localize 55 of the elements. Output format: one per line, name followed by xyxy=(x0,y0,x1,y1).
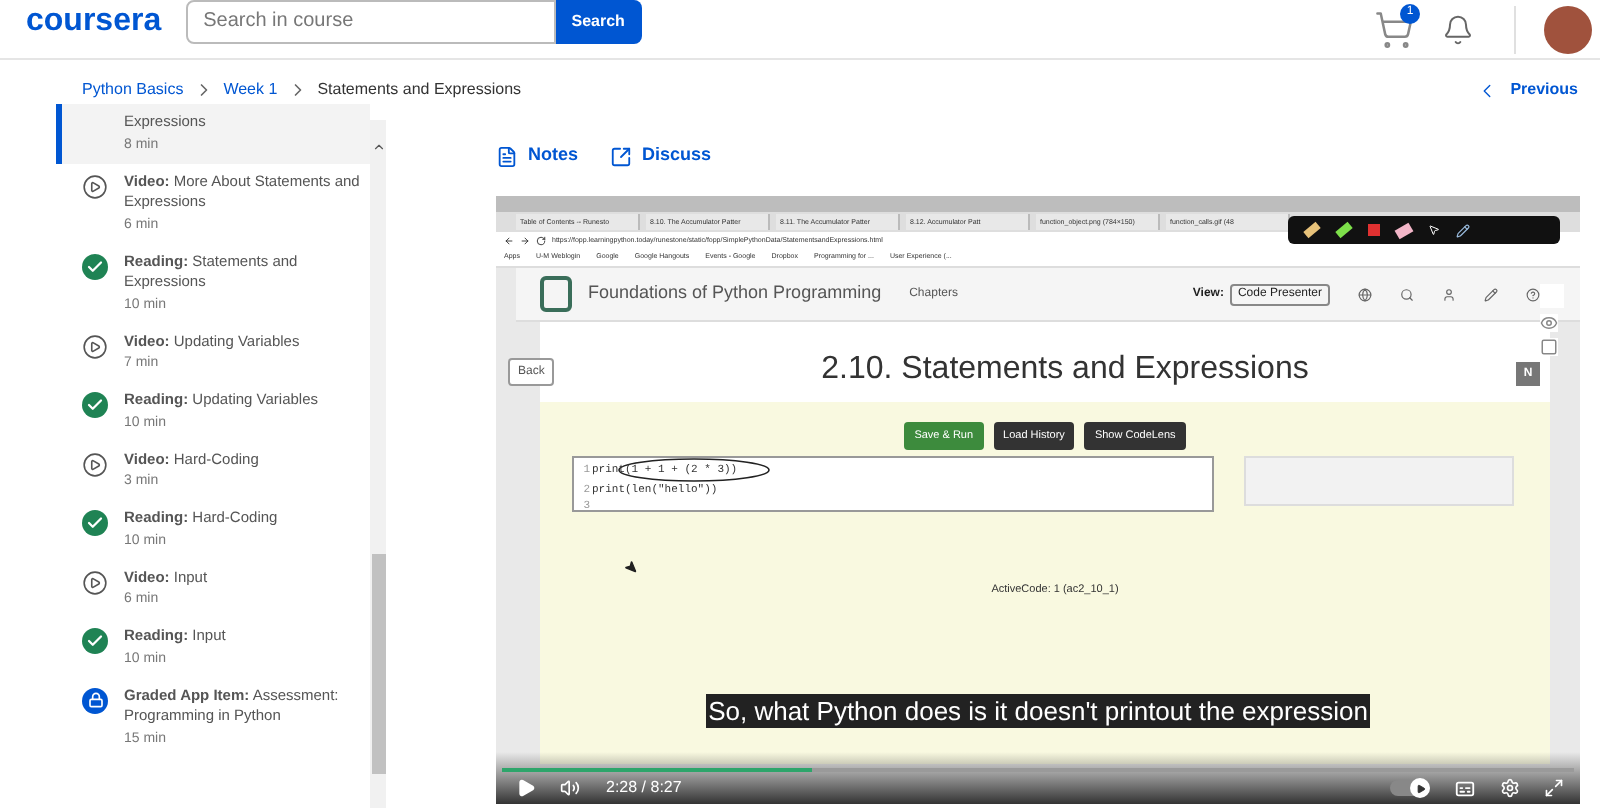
highlighter-icon[interactable] xyxy=(1335,221,1353,239)
breadcrumb-current: Statements and Expressions xyxy=(317,78,522,102)
scroll-up-icon[interactable] xyxy=(371,140,385,154)
volume-icon[interactable] xyxy=(560,778,580,798)
cart-icon[interactable] xyxy=(1374,9,1414,49)
pointer-icon[interactable] xyxy=(1428,224,1440,236)
check-icon xyxy=(82,510,108,536)
forward-icon[interactable] xyxy=(520,236,530,246)
site-title[interactable]: Foundations of Python Programming xyxy=(588,280,882,308)
avatar[interactable] xyxy=(1544,5,1592,53)
help-icon[interactable] xyxy=(1526,287,1540,301)
lock-icon xyxy=(82,687,108,713)
discuss-link[interactable]: Discuss xyxy=(610,142,712,170)
check-icon xyxy=(82,392,108,418)
play-circle-icon xyxy=(82,451,108,477)
play-circle-icon xyxy=(82,569,108,595)
user-icon[interactable] xyxy=(1442,287,1456,301)
coursera-logo[interactable]: coursera xyxy=(26,3,162,39)
notes-link[interactable]: Notes xyxy=(496,142,579,170)
sidebar-scrollbar[interactable] xyxy=(370,120,386,808)
previous-button[interactable]: Previous xyxy=(1476,78,1578,102)
check-icon xyxy=(82,253,108,279)
reload-icon[interactable] xyxy=(536,236,546,246)
pencil-icon[interactable] xyxy=(1484,287,1498,301)
search-field[interactable]: Search in course xyxy=(185,0,556,43)
search-button[interactable]: Search xyxy=(555,0,642,43)
back-icon[interactable] xyxy=(504,236,514,246)
video-caption: So, what Python does is it doesn't printout the expression xyxy=(706,694,1370,728)
breadcrumb-link[interactable]: Python Basics xyxy=(82,78,184,102)
search-icon[interactable] xyxy=(1400,287,1414,301)
fullscreen-icon[interactable] xyxy=(1544,778,1564,798)
mouse-cursor-icon xyxy=(624,560,638,574)
annotation-toolbar[interactable] xyxy=(1288,216,1560,244)
autoplay-toggle[interactable] xyxy=(1390,780,1430,796)
settings-icon[interactable] xyxy=(1500,778,1520,798)
pen-icon[interactable] xyxy=(1456,223,1470,237)
scrollbar-thumb[interactable] xyxy=(371,554,385,774)
play-icon xyxy=(1415,783,1425,793)
play-circle-icon xyxy=(82,173,108,199)
check-icon xyxy=(82,628,108,654)
play-circle-icon xyxy=(82,333,108,359)
page-heading: 2.10. Statements and Expressions xyxy=(821,350,1309,390)
external-link-icon xyxy=(610,145,633,167)
video-player[interactable] xyxy=(496,196,1580,804)
captions-icon[interactable] xyxy=(1454,777,1476,799)
site-logo-icon[interactable] xyxy=(540,276,572,312)
video-time: 2:28 / 8:27 xyxy=(606,776,682,800)
marker-icon[interactable] xyxy=(1303,221,1321,239)
play-icon[interactable] xyxy=(516,778,536,798)
bell-icon[interactable] xyxy=(1442,13,1474,45)
eye-icon[interactable] xyxy=(1540,314,1558,332)
notes-icon xyxy=(496,145,518,167)
eraser-icon[interactable] xyxy=(1394,221,1414,239)
breadcrumb-link[interactable]: Week 1 xyxy=(223,78,278,102)
globe-icon[interactable] xyxy=(1358,287,1372,301)
